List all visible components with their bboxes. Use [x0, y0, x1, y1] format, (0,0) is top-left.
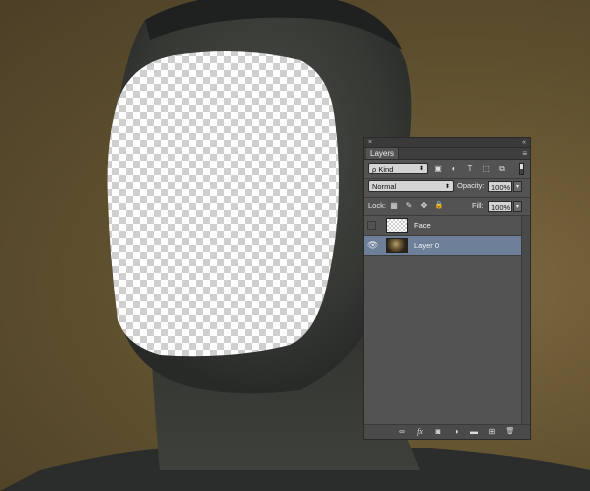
blend-mode-arrow-icon: ⬍: [444, 184, 450, 190]
layer-name: Face: [414, 221, 431, 230]
pixel-filter-icon[interactable]: ▣: [434, 165, 442, 173]
transparent-face-area: [107, 51, 339, 357]
blend-mode-value: Normal: [372, 182, 397, 191]
opacity-label: Opacity:: [457, 181, 485, 190]
layer-row-layer-0[interactable]: 👁 Layer 0: [364, 236, 521, 256]
shape-filter-icon[interactable]: ⬚: [482, 165, 490, 173]
panel-title-strip: × «: [364, 138, 530, 148]
adjustment-layer-icon[interactable]: ◑: [451, 427, 461, 437]
lock-label: Lock:: [368, 201, 386, 210]
new-group-icon[interactable]: ▬: [469, 427, 479, 437]
fill-label: Fill:: [472, 201, 484, 210]
lock-position-icon[interactable]: ✥: [419, 200, 429, 211]
lock-transparent-pixels-icon[interactable]: ▦: [389, 200, 399, 211]
opacity-dropdown-icon[interactable]: ▾: [513, 181, 522, 192]
collapse-panel-icon[interactable]: «: [522, 138, 526, 147]
layer-thumbnail: [386, 218, 408, 233]
layers-panel: × « Layers ≡ ρ Kind ⬍ ▣ ◐ T ⬚ ⧉ Normal ⬍…: [363, 137, 531, 440]
divider: [364, 197, 530, 198]
tab-layers[interactable]: Layers: [366, 148, 400, 159]
add-mask-icon[interactable]: ◙: [433, 427, 443, 437]
new-layer-icon[interactable]: ⊞: [487, 427, 497, 437]
panel-menu-icon[interactable]: ≡: [522, 149, 527, 158]
panel-bottom-bar: ∞ fx ◙ ◑ ▬ ⊞ 🗑: [364, 424, 530, 439]
lock-row: Lock: ▦ ✎ ✥ 🔒 Fill: 100% ▾: [364, 199, 530, 215]
blend-mode-select[interactable]: Normal ⬍: [368, 180, 454, 192]
eye-icon[interactable]: 👁: [367, 239, 378, 251]
fill-dropdown-icon[interactable]: ▾: [513, 201, 522, 212]
blend-row: Normal ⬍ Opacity: 100% ▾: [364, 179, 530, 195]
opacity-input[interactable]: 100%: [488, 181, 512, 192]
layers-scrollbar[interactable]: [521, 216, 530, 426]
lock-all-icon[interactable]: 🔒: [434, 200, 444, 211]
fill-input[interactable]: 100%: [488, 201, 512, 212]
filter-toggle[interactable]: [519, 163, 524, 175]
layer-thumbnail: [386, 238, 408, 253]
type-filter-icon[interactable]: T: [466, 165, 474, 173]
filter-kind-select[interactable]: ρ Kind ⬍: [368, 163, 428, 174]
link-layers-icon[interactable]: ∞: [397, 427, 407, 437]
layer-style-icon[interactable]: fx: [415, 427, 425, 437]
delete-layer-icon[interactable]: 🗑: [505, 427, 515, 437]
layers-list: Face 👁 Layer 0: [364, 216, 521, 426]
layer-row-face[interactable]: Face: [364, 216, 521, 236]
panel-tab-row: Layers ≡: [364, 148, 530, 160]
layer-name: Layer 0: [414, 241, 440, 250]
filter-row: ρ Kind ⬍ ▣ ◐ T ⬚ ⧉: [364, 160, 530, 178]
lock-image-pixels-icon[interactable]: ✎: [404, 200, 414, 211]
visibility-toggle[interactable]: [367, 221, 376, 230]
filter-kind-label: ρ Kind: [372, 165, 394, 174]
close-panel-icon[interactable]: ×: [368, 138, 372, 147]
adjustment-filter-icon[interactable]: ◐: [450, 165, 458, 173]
smart-object-filter-icon[interactable]: ⧉: [498, 165, 506, 173]
filter-kind-arrow-icon: ⬍: [418, 166, 424, 172]
